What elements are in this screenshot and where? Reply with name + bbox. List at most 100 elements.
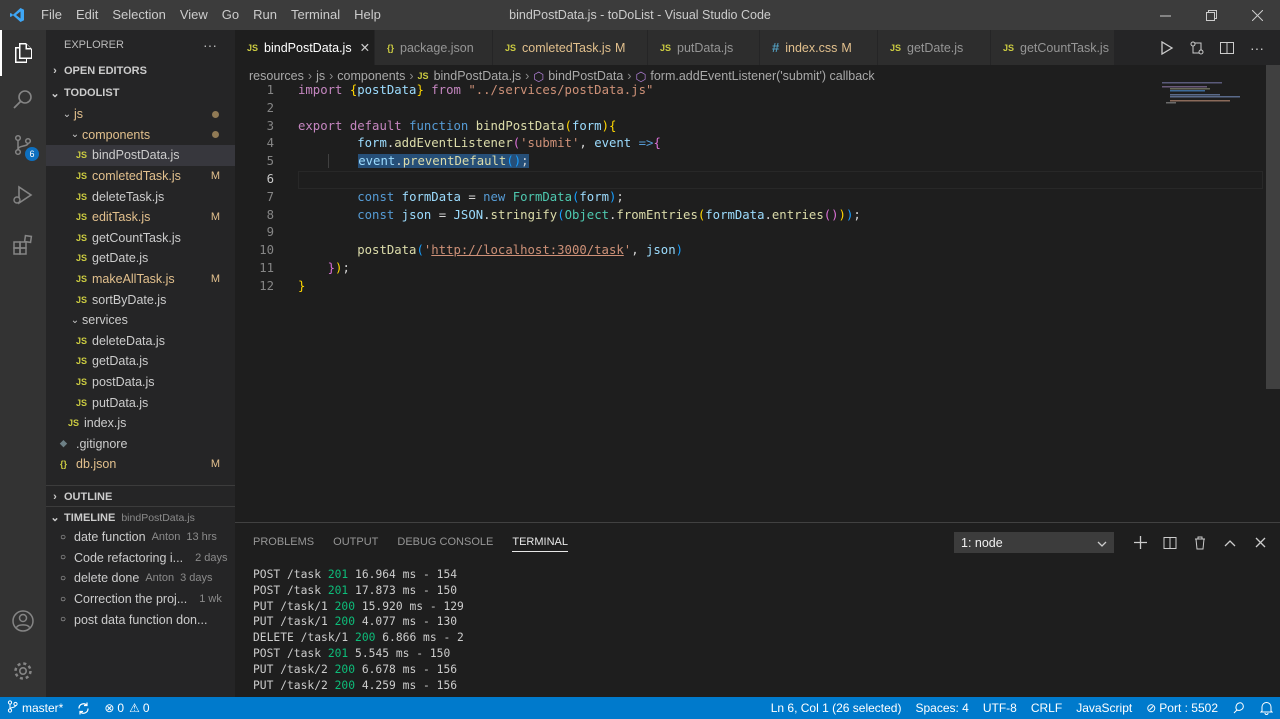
menu-terminal[interactable]: Terminal [284, 0, 347, 30]
language-mode[interactable]: JavaScript [1069, 701, 1139, 715]
menu-file[interactable]: File [34, 0, 69, 30]
timeline-section[interactable]: ⌄ TIMELINE bindPostData.js [46, 506, 235, 528]
menu-edit[interactable]: Edit [69, 0, 105, 30]
json-file-icon: {} [60, 459, 68, 470]
manage-gear-icon[interactable] [0, 648, 46, 694]
close-tab-icon[interactable]: ✕ [360, 40, 370, 55]
source-control-icon[interactable]: 6 [0, 122, 46, 168]
tree-file[interactable]: JS putData.js [46, 392, 235, 413]
terminal-line: DELETE /task/1 200 6.866 ms - 2 [253, 630, 464, 646]
timeline-label: delete done [74, 571, 140, 586]
split-terminal-icon[interactable] [1155, 532, 1185, 553]
timeline-item[interactable]: ○ delete done Anton 3 days [46, 568, 235, 589]
run-debug-icon[interactable] [0, 172, 46, 218]
breadcrumb-item[interactable]: bindPostData [548, 69, 623, 83]
tree-file[interactable]: JS deleteData.js [46, 331, 235, 352]
file-type-icon: JS [247, 42, 259, 53]
tree-file[interactable]: JS makeAllTask.js M [46, 269, 235, 290]
minimap[interactable] [1160, 80, 1260, 110]
tab-output[interactable]: OUTPUT [333, 536, 378, 552]
menu-view[interactable]: View [173, 0, 215, 30]
tree-folder[interactable]: ⌄ services [46, 310, 235, 331]
new-terminal-icon[interactable] [1125, 532, 1155, 553]
notifications-bell-icon[interactable] [1253, 701, 1280, 715]
timeline-item[interactable]: ○ post data function don... [46, 609, 235, 630]
tree-file[interactable]: JS sortByDate.js [46, 289, 235, 310]
encoding[interactable]: UTF-8 [976, 701, 1024, 715]
end-of-line[interactable]: CRLF [1024, 701, 1069, 715]
timeline-item[interactable]: ○ Code refactoring i... 2 days [46, 548, 235, 569]
accounts-icon[interactable] [0, 598, 46, 644]
tree-file[interactable]: JS editTask.js M [46, 207, 235, 228]
tree-folder[interactable]: ⌄ js [46, 104, 235, 125]
open-editors-section[interactable]: › OPEN EDITORS [46, 60, 235, 82]
editor-tab[interactable]: JS getDate.js [878, 30, 991, 65]
editor-tab[interactable]: JS comletedTask.js M [493, 30, 648, 65]
menu-run[interactable]: Run [246, 0, 284, 30]
close-window-button[interactable] [1234, 0, 1280, 30]
tree-file[interactable]: JS getDate.js [46, 248, 235, 269]
vscode-logo-icon [0, 7, 34, 23]
tree-folder[interactable]: ⌄ components [46, 125, 235, 146]
branch-status[interactable]: master* [0, 700, 70, 716]
editor-tab[interactable]: {} package.json [375, 30, 493, 65]
menu-help[interactable]: Help [347, 0, 388, 30]
tree-file[interactable]: JS deleteTask.js [46, 186, 235, 207]
tree-file[interactable]: JS index.js [46, 413, 235, 434]
run-file-icon[interactable] [1152, 40, 1182, 55]
branch-icon [7, 700, 18, 716]
more-actions-icon[interactable]: ··· [1242, 40, 1272, 56]
problems-status[interactable]: ⊗ 0 ⚠ 0 [97, 701, 156, 715]
extensions-icon[interactable] [0, 222, 46, 268]
terminal-output[interactable]: POST /task 201 16.964 ms - 154 POST /task… [253, 567, 464, 693]
project-section[interactable]: ⌄ TODOLIST [46, 82, 235, 104]
editor-tab[interactable]: JS putData.js [648, 30, 760, 65]
maximize-button[interactable] [1188, 0, 1234, 30]
editor-scrollbar[interactable] [1266, 65, 1280, 389]
live-server-status[interactable]: ⊘ Port : 5502 [1139, 701, 1225, 715]
menu-selection[interactable]: Selection [105, 0, 172, 30]
tree-file[interactable]: JS comletedTask.js M [46, 166, 235, 187]
timeline-item[interactable]: ○ Correction the proj... 1 wk [46, 589, 235, 610]
minimize-button[interactable] [1142, 0, 1188, 30]
tab-debug-console[interactable]: DEBUG CONSOLE [397, 536, 493, 552]
outline-section[interactable]: › OUTLINE [46, 485, 235, 507]
indentation[interactable]: Spaces: 4 [908, 701, 975, 715]
breadcrumb-item[interactable]: components [337, 69, 405, 83]
feedback-icon[interactable] [1225, 701, 1253, 715]
cursor-position[interactable]: Ln 6, Col 1 (26 selected) [764, 701, 909, 715]
editor-tab[interactable]: # index.css M [760, 30, 878, 65]
tree-file[interactable]: JS bindPostData.js [46, 145, 235, 166]
panel-actions [1125, 532, 1275, 553]
modified-dot-icon [212, 131, 219, 139]
editor-tab[interactable]: JS getCountTask.js [991, 30, 1115, 65]
tree-item-label: getCountTask.js [92, 230, 181, 245]
tree-file[interactable]: ◆ .gitignore [46, 434, 235, 455]
breadcrumb-item[interactable]: bindPostData.js [434, 69, 522, 83]
js-file-icon: JS [68, 418, 80, 429]
menu-go[interactable]: Go [215, 0, 246, 30]
breadcrumb-item[interactable]: js [316, 69, 325, 83]
tree-file[interactable]: {} db.json M [46, 454, 235, 475]
search-icon[interactable] [0, 76, 46, 122]
code-editor[interactable]: 1 2 3 4 5 6 7 8 9 10 11 12 import {postData} from "… [235, 82, 1265, 522]
tab-problems[interactable]: PROBLEMS [253, 536, 314, 552]
terminal-select[interactable]: 1: node [954, 532, 1114, 553]
maximize-panel-icon[interactable] [1215, 532, 1245, 553]
tree-file[interactable]: JS getCountTask.js [46, 228, 235, 249]
breadcrumb-item[interactable]: form.addEventListener('submit') callback [650, 69, 874, 83]
breadcrumb-item[interactable]: resources [249, 69, 304, 83]
timeline-item[interactable]: ○ date function Anton 13 hrs [46, 527, 235, 548]
trash-icon[interactable] [1185, 532, 1215, 553]
tab-terminal[interactable]: TERMINAL [512, 536, 568, 552]
explorer-icon[interactable] [0, 30, 46, 76]
split-editor-icon[interactable] [1212, 40, 1242, 56]
close-panel-icon[interactable] [1245, 532, 1275, 553]
editor-tab[interactable]: JS bindPostData.js ✕ [235, 30, 375, 65]
tree-file[interactable]: JS getData.js [46, 351, 235, 372]
modified-flag: M [614, 40, 626, 55]
sync-icon[interactable] [70, 702, 97, 715]
open-changes-icon[interactable] [1182, 40, 1212, 56]
tree-file[interactable]: JS postData.js [46, 372, 235, 393]
explorer-more-icon[interactable]: ··· [203, 37, 217, 53]
